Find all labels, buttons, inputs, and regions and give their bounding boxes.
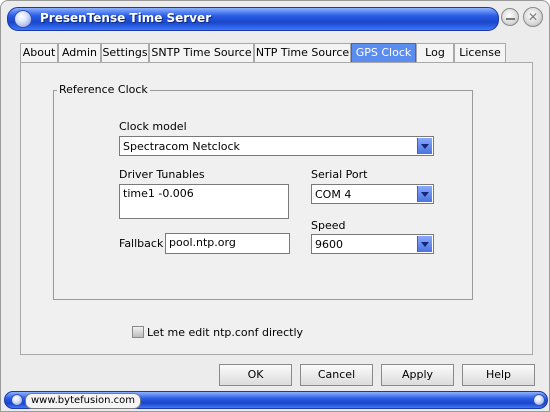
tab-log[interactable]: Log <box>416 43 454 62</box>
serial-port-label: Serial Port <box>311 168 368 181</box>
help-button[interactable]: Help <box>462 364 535 386</box>
tab-sntp-time-source[interactable]: SNTP Time Source <box>149 43 254 62</box>
serial-port-select[interactable]: COM 4 <box>311 184 434 204</box>
app-icon <box>14 10 32 28</box>
fallback-label: Fallback <box>119 237 164 250</box>
edit-ntp-conf-checkbox[interactable] <box>132 326 144 338</box>
chevron-down-icon[interactable] <box>417 138 432 154</box>
fallback-field[interactable]: pool.ntp.org <box>165 233 290 254</box>
minimize-icon[interactable] <box>501 8 519 26</box>
ok-button[interactable]: OK <box>219 364 292 386</box>
reference-clock-legend: Reference Clock <box>57 83 150 96</box>
status-orb-icon <box>11 394 23 406</box>
edit-ntp-conf-label[interactable]: Let me edit ntp.conf directly <box>147 326 303 339</box>
clock-model-select[interactable]: Spectracom Netclock <box>119 136 434 156</box>
close-icon[interactable]: ✕ <box>523 7 543 27</box>
tab-admin[interactable]: Admin <box>58 43 101 62</box>
cancel-button[interactable]: Cancel <box>300 364 373 386</box>
chevron-down-icon[interactable] <box>417 186 432 202</box>
chevron-down-icon[interactable] <box>417 236 432 252</box>
main-window: PresenTense Time Server ✕ About Admin Se… <box>0 0 550 412</box>
tab-ntp-time-source[interactable]: NTP Time Source <box>254 43 351 62</box>
speed-value: 9600 <box>315 238 343 251</box>
tab-gps-clock[interactable]: GPS Clock <box>351 43 416 62</box>
serial-port-value: COM 4 <box>315 188 352 201</box>
tab-license[interactable]: License <box>454 43 506 62</box>
driver-tunables-label: Driver Tunables <box>119 168 205 181</box>
speed-select[interactable]: 9600 <box>311 234 434 254</box>
window-title: PresenTense Time Server <box>40 11 212 25</box>
resize-grip-icon[interactable] <box>533 394 545 406</box>
tab-settings[interactable]: Settings <box>101 43 149 62</box>
clock-model-value: Spectracom Netclock <box>123 140 240 153</box>
title-bar[interactable]: PresenTense Time Server <box>7 7 499 31</box>
speed-label: Speed <box>311 219 346 232</box>
status-bar: www.bytefusion.com <box>4 391 548 409</box>
website-link[interactable]: www.bytefusion.com <box>25 393 141 409</box>
driver-tunables-field[interactable]: time1 -0.006 <box>119 184 289 219</box>
apply-button[interactable]: Apply <box>381 364 454 386</box>
tab-about[interactable]: About <box>20 43 58 62</box>
clock-model-label: Clock model <box>119 120 187 133</box>
